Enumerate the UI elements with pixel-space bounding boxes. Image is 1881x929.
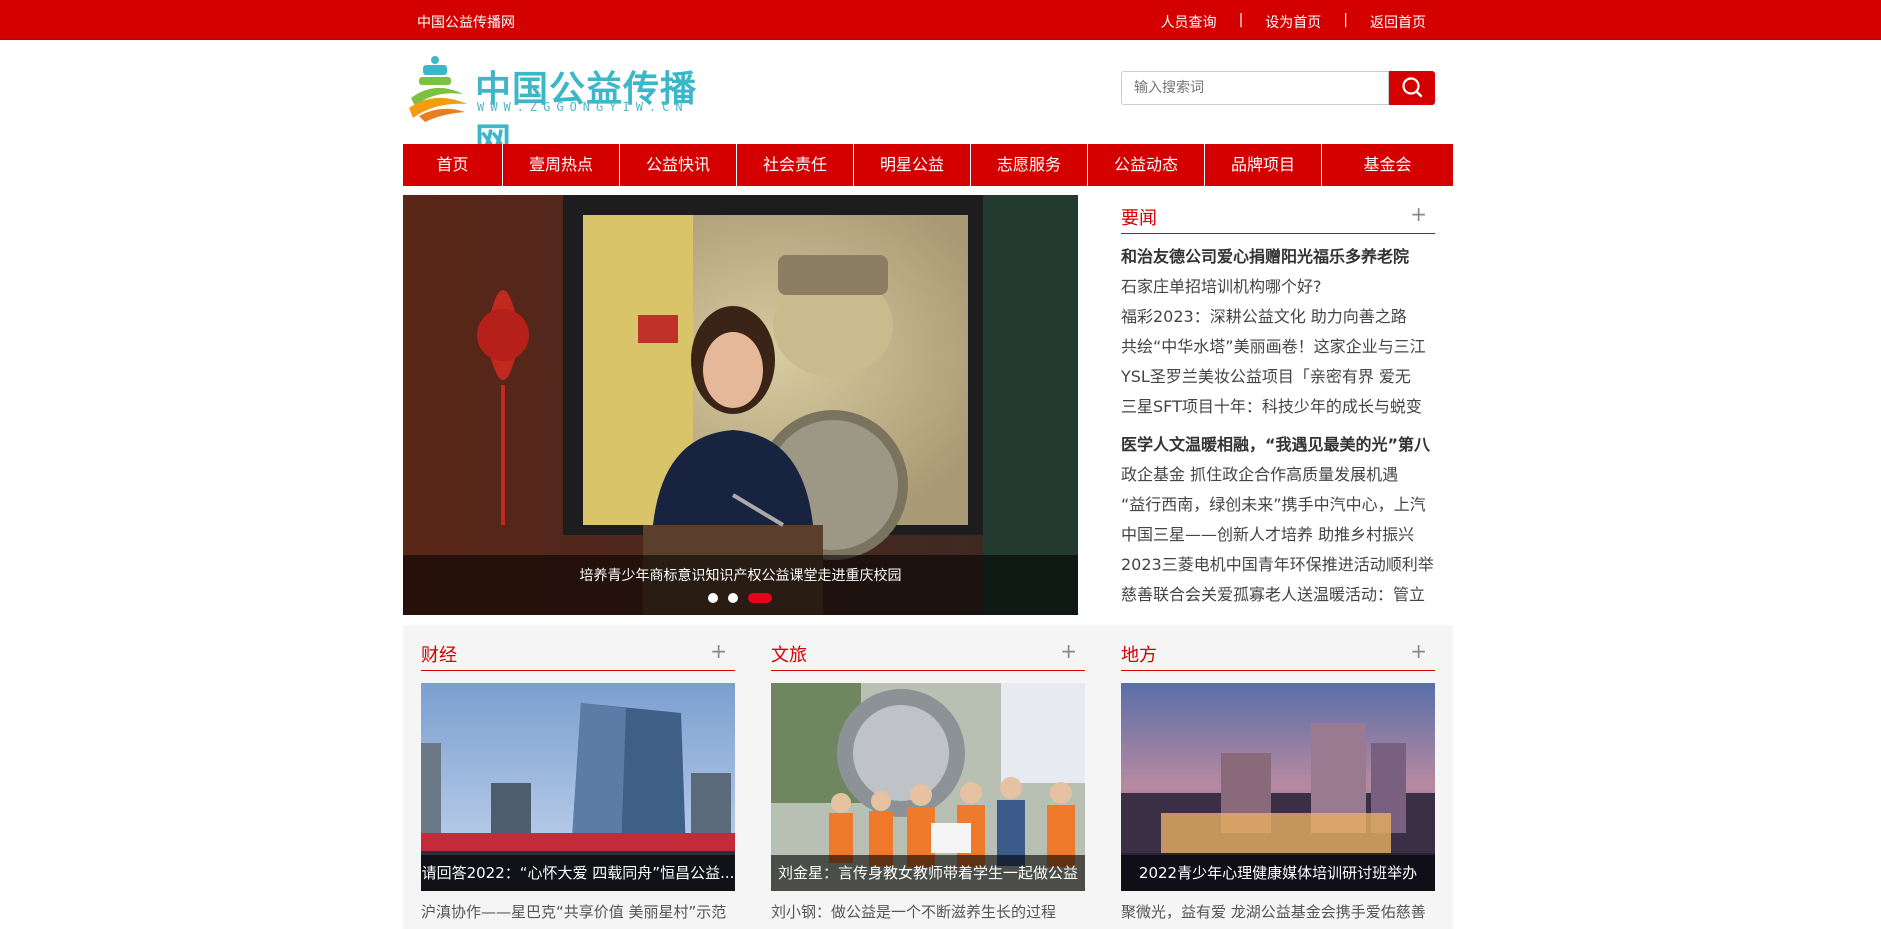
section-title: 文旅	[771, 645, 807, 666]
section-title: 要闻	[1121, 208, 1157, 229]
slide-caption[interactable]: 培养青少年商标意识知识产权公益课堂走进重庆校园	[403, 565, 1078, 585]
thumbnail-caption[interactable]: 刘金星：言传身教女教师带着学生一起做公益	[771, 855, 1085, 891]
slide-caption-bar: 培养青少年商标意识知识产权公益课堂走进重庆校园	[403, 555, 1078, 615]
nav-item-news-flash[interactable]: 公益快讯	[620, 144, 737, 186]
category-columns: 财经 + 请回答2022：“心怀大爱 四载同舟”恒昌公益... 沪滇协作——星巴…	[403, 625, 1453, 929]
nav-item-brand-projects[interactable]: 品牌项目	[1205, 144, 1322, 186]
slider-dot[interactable]	[708, 593, 718, 603]
nav-item-charity-news[interactable]: 公益动态	[1088, 144, 1205, 186]
news-item[interactable]: 福彩2023：深耕公益文化 助力向善之路	[1121, 302, 1435, 332]
section-header: 财经 +	[421, 637, 735, 671]
search-button[interactable]	[1389, 71, 1435, 105]
section-header: 地方 +	[1121, 637, 1435, 671]
top-bar: 中国公益传播网 人员查询 | 设为首页 | 返回首页	[0, 0, 1881, 40]
news-item[interactable]: 2023三菱电机中国青年环保推进活动顺利举	[1121, 550, 1435, 580]
search-icon	[1402, 77, 1423, 98]
main-nav: 首页 壹周热点 公益快讯 社会责任 明星公益 志愿服务 公益动态 品牌项目 基金…	[403, 144, 1453, 186]
news-item[interactable]: 中国三星——创新人才培养 助推乡村振兴	[1121, 520, 1435, 550]
nav-item-foundation[interactable]: 基金会	[1322, 144, 1453, 186]
more-plus-icon[interactable]: +	[1060, 639, 1077, 663]
section-thumbnail[interactable]: 刘金星：言传身教女教师带着学生一起做公益	[771, 683, 1085, 891]
headline-slider[interactable]: 培养青少年商标意识知识产权公益课堂走进重庆校园	[403, 195, 1078, 615]
culture-tourism-section: 文旅 + 刘金星：言传身教女教师带着学生一起做公益 刘小钢：做公益是一个不断滋养…	[771, 637, 1085, 922]
link-separator: |	[1343, 12, 1348, 28]
finance-section: 财经 + 请回答2022：“心怀大爱 四载同舟”恒昌公益... 沪滇协作——星巴…	[421, 637, 735, 922]
staff-lookup-link[interactable]: 人员查询	[1161, 12, 1217, 32]
nav-item-volunteer[interactable]: 志愿服务	[971, 144, 1088, 186]
news-item[interactable]: 政企基金 抓住政企合作高质量发展机遇	[1121, 460, 1435, 490]
thumbnail-caption[interactable]: 2022青少年心理健康媒体培训研讨班举办	[1121, 855, 1435, 891]
search-input[interactable]	[1121, 71, 1389, 105]
section-link[interactable]: 刘小钢：做公益是一个不断滋养生长的过程	[771, 901, 1085, 922]
section-header: 要闻 +	[1121, 200, 1435, 234]
section-title: 财经	[421, 645, 457, 666]
nav-item-weekly-hot[interactable]: 壹周热点	[503, 144, 620, 186]
thumbnail-caption[interactable]: 请回答2022：“心怀大爱 四载同舟”恒昌公益...	[421, 855, 735, 891]
nav-item-celebrity[interactable]: 明星公益	[854, 144, 971, 186]
top-links: 人员查询 | 设为首页 | 返回首页	[1161, 12, 1426, 32]
news-item[interactable]: 三星SFT项目十年：科技少年的成长与蜕变	[1121, 392, 1435, 422]
headline-news: 要闻 + 和治友德公司爱心捐赠阳光福乐多养老院 石家庄单招培训机构哪个好? 福彩…	[1121, 200, 1435, 610]
more-plus-icon[interactable]: +	[710, 639, 727, 663]
section-link[interactable]: 沪滇协作——星巴克“共享价值 美丽星村”示范	[421, 901, 735, 922]
section-title: 地方	[1121, 645, 1157, 666]
section-header: 文旅 +	[771, 637, 1085, 671]
slider-dot-active[interactable]	[748, 593, 772, 603]
more-plus-icon[interactable]: +	[1410, 202, 1427, 226]
news-item-headline[interactable]: 和治友德公司爱心捐赠阳光福乐多养老院	[1121, 242, 1435, 272]
section-thumbnail[interactable]: 2022青少年心理健康媒体培训研讨班举办	[1121, 683, 1435, 891]
section-link[interactable]: 聚微光，益有爱 龙湖公益基金会携手爱佑慈善	[1121, 901, 1435, 922]
news-item[interactable]: 共绘“中华水塔”美丽画卷！这家企业与三江	[1121, 332, 1435, 362]
site-name-link[interactable]: 中国公益传播网	[417, 12, 515, 32]
slider-dot[interactable]	[728, 593, 738, 603]
slider-dots	[708, 593, 772, 603]
section-thumbnail[interactable]: 请回答2022：“心怀大爱 四载同舟”恒昌公益...	[421, 683, 735, 891]
site-logo[interactable]: 中国公益传播网 WWW.ZGGONGYIW.CN	[405, 50, 705, 162]
set-homepage-link[interactable]: 设为首页	[1265, 12, 1321, 32]
nav-item-home[interactable]: 首页	[403, 144, 503, 186]
slide-photo	[403, 195, 1078, 615]
logo-emblem-icon	[409, 56, 467, 122]
news-item-headline[interactable]: 医学人文温暖相融，“我遇见最美的光”第八	[1121, 430, 1435, 460]
logo-url: WWW.ZGGONGYIW.CN	[477, 100, 689, 114]
search-box	[1121, 71, 1435, 105]
news-item[interactable]: “益行西南，绿创未来”携手中汽中心，上汽	[1121, 490, 1435, 520]
more-plus-icon[interactable]: +	[1410, 639, 1427, 663]
news-list: 和治友德公司爱心捐赠阳光福乐多养老院 石家庄单招培训机构哪个好? 福彩2023：…	[1121, 242, 1435, 610]
link-separator: |	[1238, 12, 1244, 28]
back-home-link[interactable]: 返回首页	[1370, 12, 1426, 32]
news-item[interactable]: 慈善联合会关爱孤寡老人送温暖活动：管立	[1121, 580, 1435, 610]
news-item[interactable]: 石家庄单招培训机构哪个好?	[1121, 272, 1435, 302]
news-item[interactable]: YSL圣罗兰美妆公益项目「亲密有界 爱无	[1121, 362, 1435, 392]
local-section: 地方 + 2022青少年心理健康媒体培训研讨班举办 聚微光，益有爱 龙湖公益基金…	[1121, 637, 1435, 922]
nav-item-social-responsibility[interactable]: 社会责任	[737, 144, 854, 186]
